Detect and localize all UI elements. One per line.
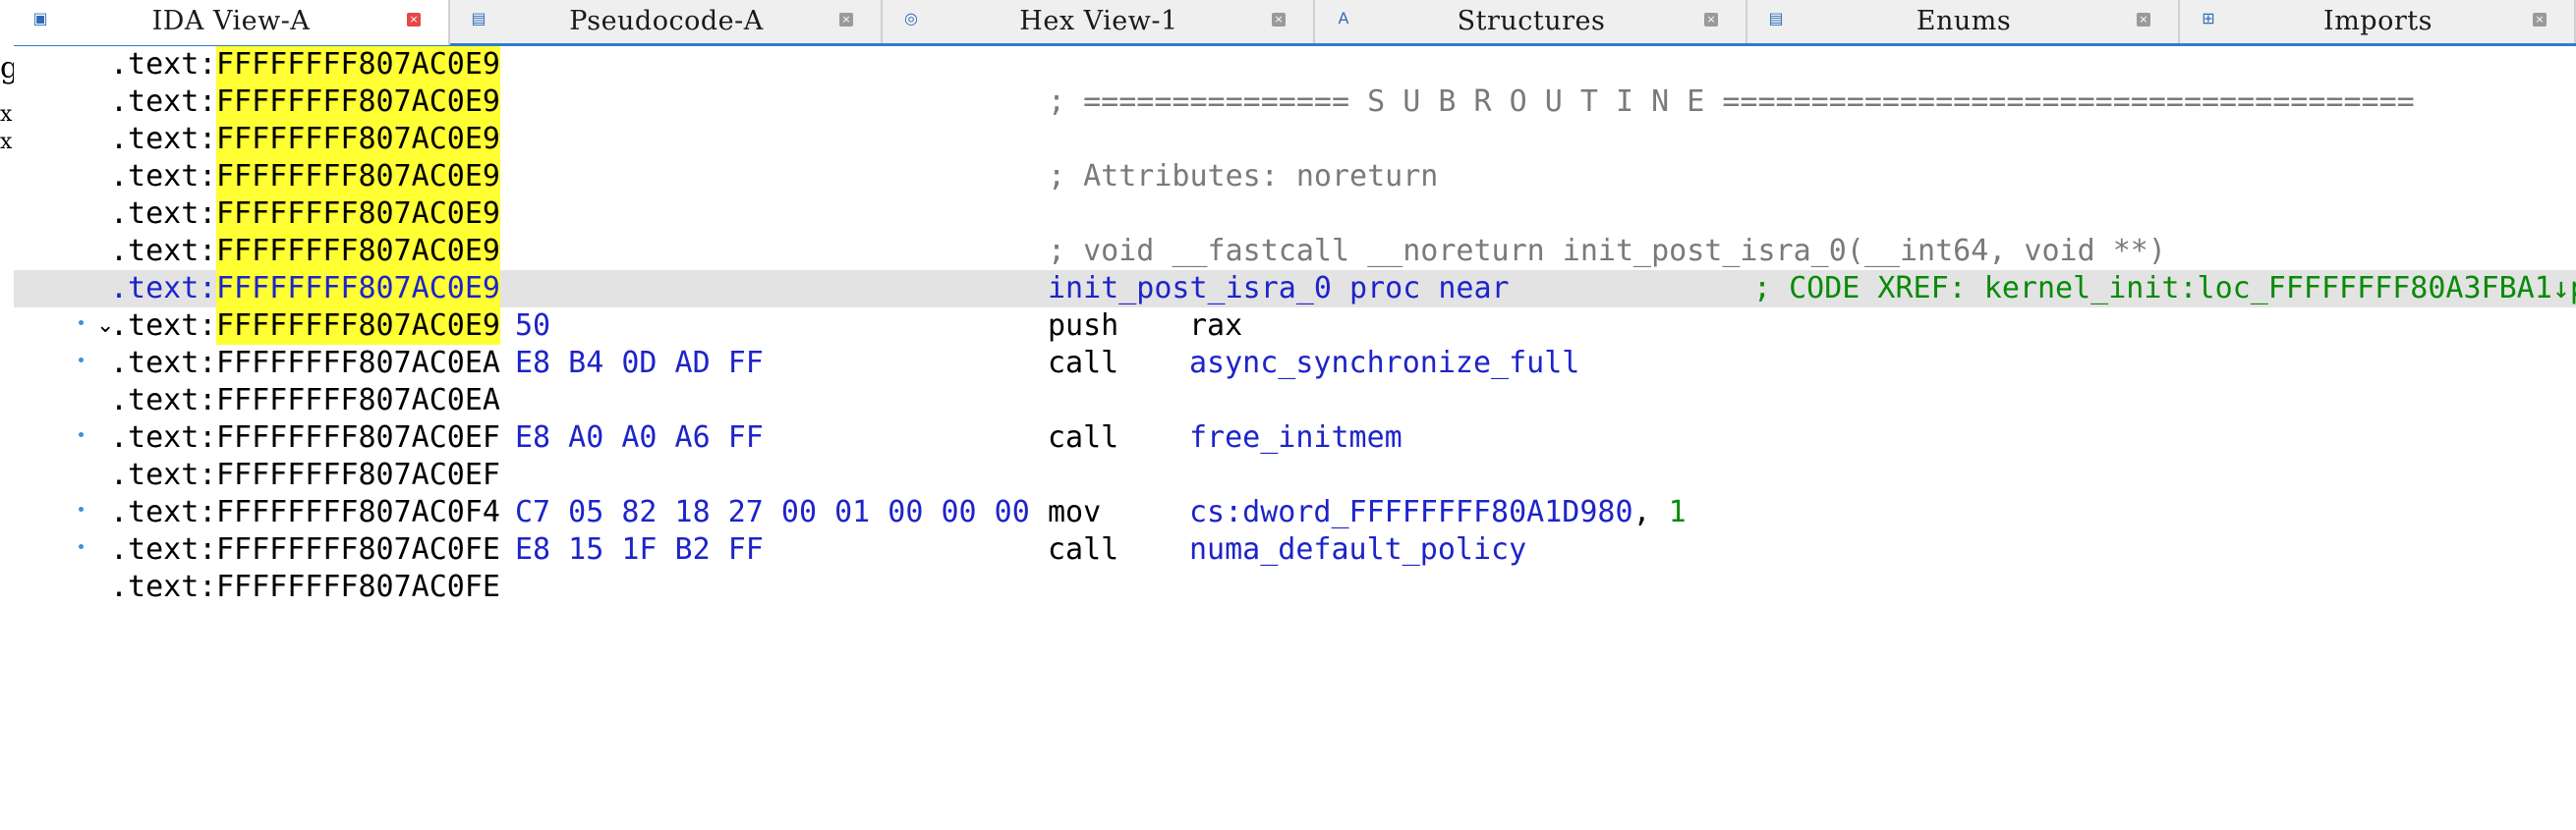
address[interactable]: FFFFFFFF807AC0E9 <box>216 121 500 158</box>
listing-row[interactable]: .text: FFFFFFFF807AC0EA E8 B4 0D AD FF c… <box>14 345 2576 382</box>
tab-enums[interactable]: ▤ Enums × <box>1749 0 2180 43</box>
tab-hex-view-1[interactable]: ◎ Hex View-1 × <box>885 0 1315 43</box>
close-icon[interactable]: × <box>2137 13 2150 27</box>
close-icon[interactable]: × <box>839 13 853 27</box>
segment-prefix: .text: <box>110 122 217 156</box>
operand[interactable]: numa_default_policy <box>1189 531 1526 569</box>
breakpoint-dot[interactable] <box>79 358 84 362</box>
breakpoint-dot[interactable] <box>79 544 84 549</box>
tab-bar: ▣ IDA View-A × ▤ Pseudocode-A × ◎ Hex Vi… <box>14 0 2576 46</box>
close-icon[interactable]: × <box>1704 13 1718 27</box>
listing-row[interactable]: .text: FFFFFFFF807AC0EA <box>14 382 2576 419</box>
operand[interactable]: cs:dword_FFFFFFFF80A1D980, 1 <box>1189 494 1687 531</box>
address[interactable]: FFFFFFFF807AC0EF <box>216 457 500 494</box>
mnemonic[interactable]: mov <box>1048 494 1101 531</box>
listing-row[interactable]: .text: FFFFFFFF807AC0F4 C7 05 82 18 27 0… <box>14 494 2576 531</box>
listing-row[interactable]: .text: FFFFFFFF807AC0E9 <box>14 195 2576 233</box>
operand[interactable]: free_initmem <box>1189 419 1402 457</box>
close-icon[interactable]: × <box>407 13 421 27</box>
opcode-bytes: E8 A0 A0 A6 FF <box>515 420 764 455</box>
operand[interactable]: async_synchronize_full <box>1189 345 1579 382</box>
address[interactable]: FFFFFFFF807AC0E9 <box>216 46 500 83</box>
close-icon[interactable]: × <box>2533 13 2547 27</box>
disassembly-listing[interactable]: .text: FFFFFFFF807AC0E9 .text: FFFFFFFF8… <box>14 46 2576 604</box>
listing-row[interactable]: .text: FFFFFFFF807AC0E9 ; ==============… <box>14 83 2576 121</box>
tab-imports[interactable]: ⊞ Imports × <box>2182 0 2576 43</box>
address[interactable]: FFFFFFFF807AC0E9 <box>216 307 500 345</box>
close-icon[interactable]: × <box>1272 13 1286 27</box>
address[interactable]: FFFFFFFF807AC0E9 <box>216 233 500 270</box>
segment-prefix: .text: <box>110 234 217 268</box>
opcode-bytes: 50 <box>515 308 551 343</box>
segment-prefix: .text: <box>110 84 217 119</box>
address[interactable]: FFFFFFFF807AC0E9 <box>216 83 500 121</box>
segment-prefix: .text: <box>110 532 217 567</box>
listing-row[interactable]: ⌄ .text: FFFFFFFF807AC0E9 50 push rax <box>14 307 2576 345</box>
segment-prefix: .text: <box>110 271 217 305</box>
listing-row[interactable]: .text: FFFFFFFF807AC0E9 ; void __fastcal… <box>14 233 2576 270</box>
subroutine-separator-comment: ; =============== S U B R O U T I N E ==… <box>1048 84 2415 119</box>
attributes-comment: ; Attributes: noreturn <box>1048 159 1439 194</box>
mnemonic[interactable]: call <box>1048 419 1118 457</box>
segment-prefix: .text: <box>110 458 217 492</box>
segment-prefix: .text: <box>110 420 217 455</box>
segment-prefix: .text: <box>110 47 217 82</box>
segment-prefix: .text: <box>110 346 217 380</box>
prototype-comment: ; void __fastcall __noreturn init_post_i… <box>1048 234 2166 268</box>
segment-prefix: .text: <box>110 196 217 231</box>
tab-label: Imports <box>2323 6 2433 36</box>
segment-prefix: .text: <box>110 159 217 194</box>
code-xref-comment[interactable]: ; CODE XREF: kernel_init:loc_FFFFFFFF80A… <box>1753 270 2576 307</box>
opcode-bytes: E8 15 1F B2 FF <box>515 532 764 567</box>
breakpoint-dot[interactable] <box>79 507 84 512</box>
address[interactable]: FFFFFFFF807AC0EF <box>216 419 500 457</box>
tab-label: Structures <box>1457 6 1606 36</box>
address[interactable]: FFFFFFFF807AC0E9 <box>216 270 500 307</box>
mnemonic[interactable]: call <box>1048 345 1118 382</box>
listing-row[interactable]: .text: FFFFFFFF807AC0FE <box>14 569 2576 606</box>
operand-symbol[interactable]: cs:dword_FFFFFFFF80A1D980 <box>1189 495 1633 529</box>
address[interactable]: FFFFFFFF807AC0E9 <box>216 158 500 195</box>
opcode-bytes: E8 B4 0D AD FF <box>515 346 764 380</box>
tab-structures[interactable]: A Structures × <box>1317 0 1747 43</box>
tab-label: IDA View-A <box>151 6 311 36</box>
tab-ida-view-a[interactable]: ▣ IDA View-A × <box>14 0 450 45</box>
address[interactable]: FFFFFFFF807AC0E9 <box>216 195 500 233</box>
listing-row-current[interactable]: .text: FFFFFFFF807AC0E9 init_post_isra_0… <box>14 270 2576 307</box>
segment-prefix: .text: <box>110 570 217 604</box>
segment-prefix: .text: <box>110 308 217 343</box>
address[interactable]: FFFFFFFF807AC0EA <box>216 345 500 382</box>
breakpoint-dot[interactable] <box>79 320 84 325</box>
address[interactable]: FFFFFFFF807AC0FE <box>216 531 500 569</box>
left-pane-mark: x <box>0 130 13 154</box>
address[interactable]: FFFFFFFF807AC0EA <box>216 382 500 419</box>
address[interactable]: FFFFFFFF807AC0F4 <box>216 494 500 531</box>
mnemonic[interactable]: call <box>1048 531 1118 569</box>
mnemonic[interactable]: push <box>1048 307 1118 345</box>
breakpoint-dot[interactable] <box>79 432 84 437</box>
listing-row[interactable]: .text: FFFFFFFF807AC0FE E8 15 1F B2 FF c… <box>14 531 2576 569</box>
segment-prefix: .text: <box>110 383 217 417</box>
listing-row[interactable]: .text: FFFFFFFF807AC0E9 <box>14 46 2576 83</box>
left-pane-mark: x <box>0 102 13 127</box>
operand[interactable]: rax <box>1189 307 1242 345</box>
segment-prefix: .text: <box>110 495 217 529</box>
listing-row[interactable]: .text: FFFFFFFF807AC0EF <box>14 457 2576 494</box>
tab-pseudocode-a[interactable]: ▤ Pseudocode-A × <box>452 0 883 43</box>
tab-label: Enums <box>1916 6 2012 36</box>
listing-row[interactable]: .text: FFFFFFFF807AC0EF E8 A0 A0 A6 FF c… <box>14 419 2576 457</box>
proc-declaration[interactable]: init_post_isra_0 proc near <box>1048 270 1510 307</box>
listing-row[interactable]: .text: FFFFFFFF807AC0E9 <box>14 121 2576 158</box>
opcode-bytes: C7 05 82 18 27 00 01 00 00 00 <box>515 495 1030 529</box>
tab-label: Pseudocode-A <box>569 6 764 36</box>
address[interactable]: FFFFFFFF807AC0FE <box>216 569 500 606</box>
operand-separator: , <box>1632 495 1669 529</box>
immediate-value: 1 <box>1668 495 1687 529</box>
tab-label: Hex View-1 <box>1019 6 1178 36</box>
listing-row[interactable]: .text: FFFFFFFF807AC0E9 ; Attributes: no… <box>14 158 2576 195</box>
